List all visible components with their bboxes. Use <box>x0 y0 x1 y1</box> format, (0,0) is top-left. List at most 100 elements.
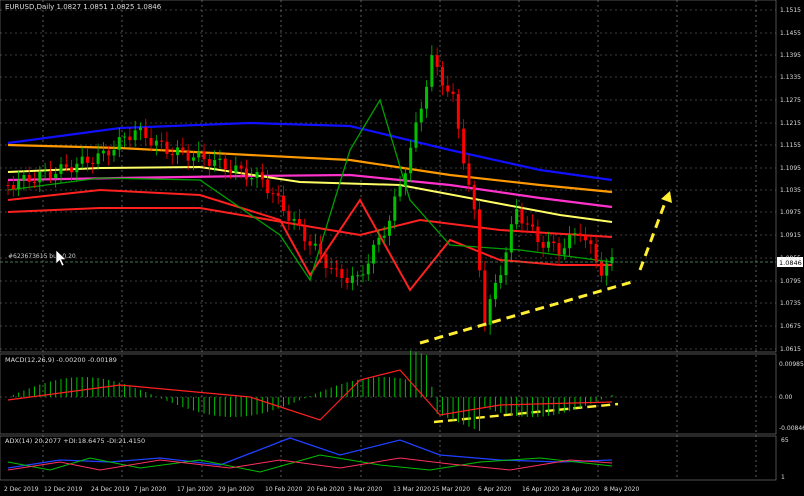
candle-body <box>303 225 307 242</box>
candle-body <box>75 163 79 173</box>
candle-body <box>472 184 476 210</box>
adx-tick-label: 1 <box>781 474 785 481</box>
candle-body <box>234 165 238 173</box>
candle-body <box>531 224 535 227</box>
date-tick-label: 10 Feb 2020 <box>265 486 303 493</box>
candle-body <box>308 241 312 246</box>
candle-body <box>435 55 439 67</box>
date-tick-label: 2 Dec 2019 <box>4 486 39 493</box>
candle-body <box>85 156 89 163</box>
candle-body <box>128 136 132 141</box>
candle-body <box>340 269 344 278</box>
candle-body <box>478 209 482 271</box>
candle-body <box>48 170 52 179</box>
candle-body <box>207 159 211 166</box>
candle-body <box>213 160 217 166</box>
candle-body <box>250 177 254 180</box>
macd-axis: 0.00985 0.00 -0.00846 <box>779 361 804 432</box>
candle-body <box>117 137 121 150</box>
macd-tick-label: -0.00846 <box>779 425 804 432</box>
candle-body <box>541 242 545 248</box>
macd-panel-frame <box>0 353 777 435</box>
candle-body <box>440 66 444 86</box>
candle-body <box>138 127 142 131</box>
candle-body <box>334 268 338 270</box>
price-tick-label: 1.1155 <box>780 142 801 149</box>
candle-body <box>562 248 566 255</box>
candle-body <box>186 151 190 161</box>
candle-body <box>520 209 524 224</box>
date-tick-label: 17 Jan 2020 <box>177 486 213 493</box>
date-tick-label: 12 Dec 2019 <box>44 486 83 493</box>
date-tick-label: 7 Jan 2020 <box>134 486 166 493</box>
price-axis: 1.1515 1.1455 1.1395 1.1335 1.1275 1.1215 1.11… <box>780 7 801 353</box>
trading-chart[interactable]: EURUSD,Daily 1.0827 1.0851 1.0825 1.0846… <box>0 0 804 496</box>
candle-body <box>271 193 275 195</box>
candle-body <box>80 156 84 164</box>
candle-body <box>101 150 105 154</box>
price-tick-label: 1.0855 <box>780 255 801 262</box>
price-tick-label: 1.1515 <box>780 7 801 14</box>
price-tick-label: 1.0615 <box>780 346 801 353</box>
uptrend-dashed-line <box>419 280 633 345</box>
macd-tick-label: 0.00985 <box>779 361 804 368</box>
candle-body <box>27 174 31 182</box>
candle-body <box>276 193 280 196</box>
candle-body <box>398 185 402 197</box>
macd-trend-dashed-line <box>433 402 619 424</box>
candle-body <box>112 149 116 156</box>
candle-body <box>176 147 180 156</box>
price-tick-label: 1.1035 <box>780 187 801 194</box>
candle-body <box>144 127 148 138</box>
price-tick-label: 1.0675 <box>780 323 801 330</box>
candle-body <box>43 170 47 172</box>
candle-body <box>239 165 243 169</box>
candle-body <box>64 164 68 168</box>
candle-body <box>557 243 561 255</box>
price-tick-label: 1.1215 <box>780 120 801 127</box>
candle-body <box>414 122 418 148</box>
candle-body <box>377 237 381 245</box>
candle-body <box>546 241 550 248</box>
candle-body <box>6 185 10 186</box>
candle-body <box>361 274 365 276</box>
candle-body <box>366 263 370 275</box>
arrow-head-icon <box>661 191 672 203</box>
candle-body <box>96 153 100 165</box>
macd-tick-label: 0.00 <box>779 394 793 401</box>
candle-body <box>493 282 497 300</box>
macd-panel-title: MACD(12,26,9) -0.00200 -0.00189 <box>5 356 117 364</box>
price-tick-label: 1.1335 <box>780 74 801 81</box>
candle-body <box>594 244 598 262</box>
candle-body <box>181 147 185 152</box>
candle-body <box>467 163 471 185</box>
candle-body <box>409 147 413 174</box>
candle-body <box>499 275 503 283</box>
candle-body <box>91 162 95 165</box>
candle-body <box>255 172 259 178</box>
candle-body <box>17 180 21 190</box>
candle-body <box>536 226 540 243</box>
candle-body <box>350 275 354 283</box>
candle-body <box>525 223 529 225</box>
date-tick-label: 24 Dec 2019 <box>91 486 130 493</box>
candle-body <box>345 277 349 283</box>
time-axis: 2 Dec 2019 12 Dec 2019 24 Dec 2019 7 Jan 20… <box>4 486 639 493</box>
moving-averages <box>7 98 613 292</box>
price-tick-label: 1.1095 <box>780 165 801 172</box>
candle-body <box>599 261 603 276</box>
candle-body <box>297 219 301 226</box>
candle-body <box>165 141 169 155</box>
candle-body <box>149 137 153 146</box>
ma-blue-line <box>7 121 613 182</box>
candle-body <box>552 241 556 244</box>
candle-body <box>419 108 423 123</box>
candle-body <box>504 252 508 276</box>
candle-body <box>356 275 360 277</box>
candle-body <box>160 140 164 142</box>
candle-body <box>123 136 127 138</box>
candle-body <box>202 151 206 160</box>
candle-body <box>430 55 434 87</box>
price-tick-label: 1.1395 <box>780 52 801 59</box>
date-tick-label: 29 Jan 2020 <box>218 486 254 493</box>
